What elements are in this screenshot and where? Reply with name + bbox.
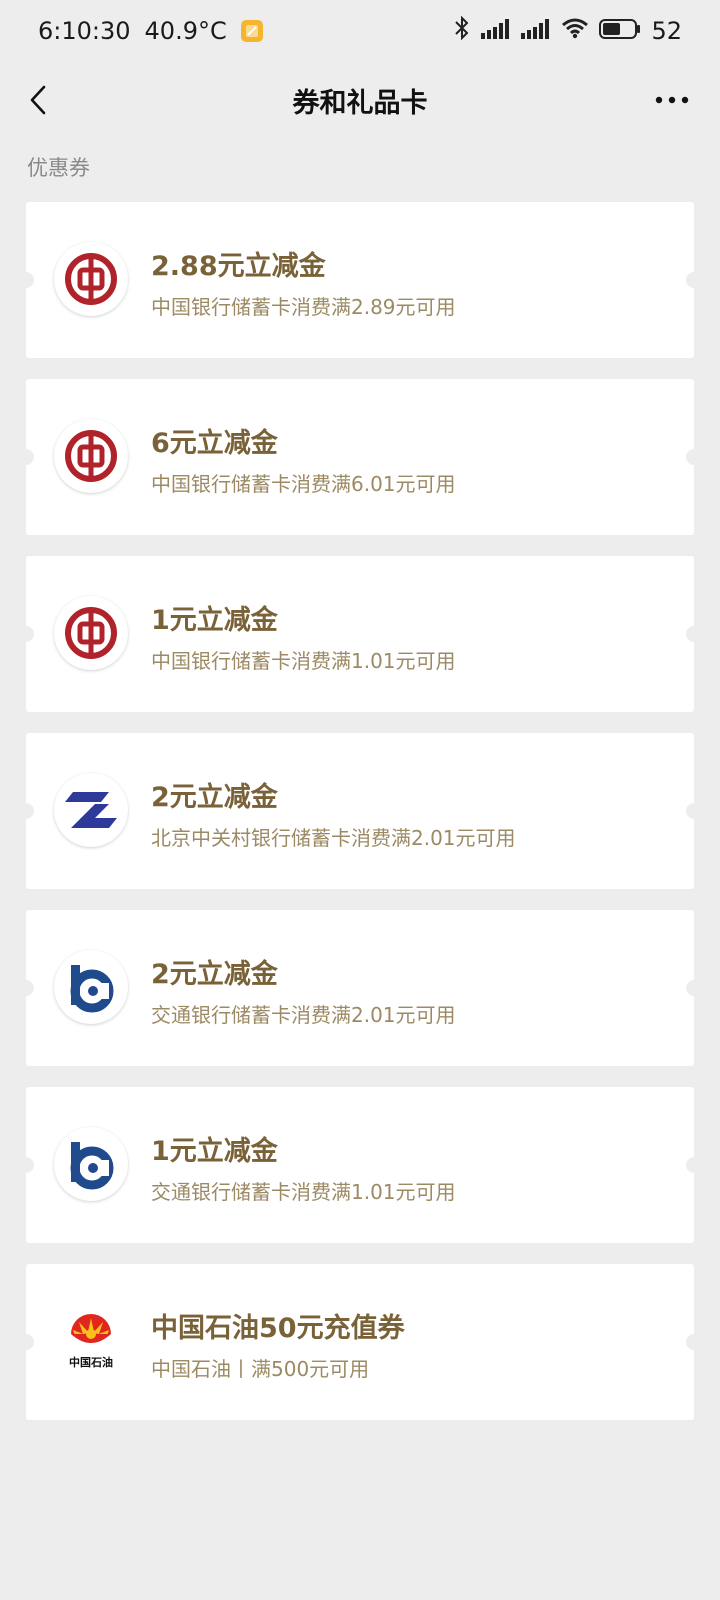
coupon-desc: 中国银行储蓄卡消费满1.01元可用 <box>151 649 456 673</box>
status-right: 52 <box>453 15 682 47</box>
coupon-notch <box>686 803 702 819</box>
status-temperature: 40.9°C <box>144 17 227 45</box>
coupon-title: 1元立减金 <box>151 1136 278 1167</box>
coupon-card[interactable]: 2元立减金 交通银行储蓄卡消费满2.01元可用 <box>18 910 702 1066</box>
coupon-desc: 中国石油丨满500元可用 <box>151 1357 370 1381</box>
zhongguancun-bank-icon <box>54 773 128 847</box>
bank-of-communications-icon <box>54 1127 128 1201</box>
coupon-card[interactable]: 2元立减金 北京中关村银行储蓄卡消费满2.01元可用 <box>18 733 702 889</box>
coupon-card[interactable]: 6元立减金 中国银行储蓄卡消费满6.01元可用 <box>18 379 702 535</box>
coupon-title: 2元立减金 <box>151 782 278 813</box>
notification-app-icon <box>240 20 263 42</box>
bank-of-communications-icon <box>54 950 128 1024</box>
bank-of-china-icon <box>54 419 128 493</box>
coupon-notch <box>686 1334 702 1350</box>
coupon-card[interactable]: 2.88元立减金 中国银行储蓄卡消费满2.89元可用 <box>18 202 702 358</box>
coupon-notch <box>686 1157 702 1173</box>
coupon-notch <box>18 803 34 819</box>
coupon-desc: 中国银行储蓄卡消费满2.89元可用 <box>151 295 456 319</box>
coupon-notch <box>18 1334 34 1350</box>
coupon-title: 6元立减金 <box>151 428 278 459</box>
coupon-desc: 中国银行储蓄卡消费满6.01元可用 <box>151 472 456 496</box>
coupon-notch <box>18 272 34 288</box>
petrochina-icon: 中国石油 <box>54 1304 128 1378</box>
coupon-notch <box>686 626 702 642</box>
status-time: 6:10:30 <box>38 17 131 45</box>
bluetooth-icon <box>453 15 471 47</box>
coupon-list: 2.88元立减金 中国银行储蓄卡消费满2.89元可用 6元立减金 中国银行储蓄卡… <box>18 202 702 1441</box>
signal-icon-2 <box>521 17 551 45</box>
more-icon <box>655 96 689 104</box>
coupon-desc: 交通银行储蓄卡消费满2.01元可用 <box>151 1003 456 1027</box>
chevron-left-icon <box>30 85 46 115</box>
coupon-title: 2.88元立减金 <box>151 251 326 282</box>
battery-icon <box>599 17 641 45</box>
back-button[interactable] <box>18 80 58 120</box>
coupon-notch <box>18 1157 34 1173</box>
coupon-desc: 北京中关村银行储蓄卡消费满2.01元可用 <box>151 826 516 850</box>
petrochina-logo-text: 中国石油 <box>69 1356 113 1369</box>
battery-level: 52 <box>651 17 682 45</box>
coupon-title: 2元立减金 <box>151 959 278 990</box>
status-bar: 6:10:30 40.9°C 52 <box>0 0 720 62</box>
coupon-card[interactable]: 中国石油 中国石油50元充值券 中国石油丨满500元可用 <box>18 1264 702 1420</box>
coupon-card[interactable]: 1元立减金 交通银行储蓄卡消费满1.01元可用 <box>18 1087 702 1243</box>
coupon-notch <box>686 272 702 288</box>
coupon-notch <box>18 449 34 465</box>
bank-of-china-icon <box>54 242 128 316</box>
coupon-card[interactable]: 1元立减金 中国银行储蓄卡消费满1.01元可用 <box>18 556 702 712</box>
signal-icon <box>481 17 511 45</box>
status-left: 6:10:30 40.9°C <box>38 17 263 45</box>
more-button[interactable] <box>648 80 696 120</box>
coupon-notch <box>18 626 34 642</box>
coupon-notch <box>686 980 702 996</box>
coupon-notch <box>686 449 702 465</box>
page-title: 券和礼品卡 <box>292 87 428 119</box>
nav-bar: 券和礼品卡 <box>0 62 720 138</box>
wifi-icon <box>561 17 589 45</box>
coupon-desc: 交通银行储蓄卡消费满1.01元可用 <box>151 1180 456 1204</box>
coupon-title: 中国石油50元充值券 <box>151 1313 405 1344</box>
bank-of-china-icon <box>54 596 128 670</box>
coupon-title: 1元立减金 <box>151 605 278 636</box>
section-label: 优惠券 <box>27 156 90 180</box>
coupon-notch <box>18 980 34 996</box>
